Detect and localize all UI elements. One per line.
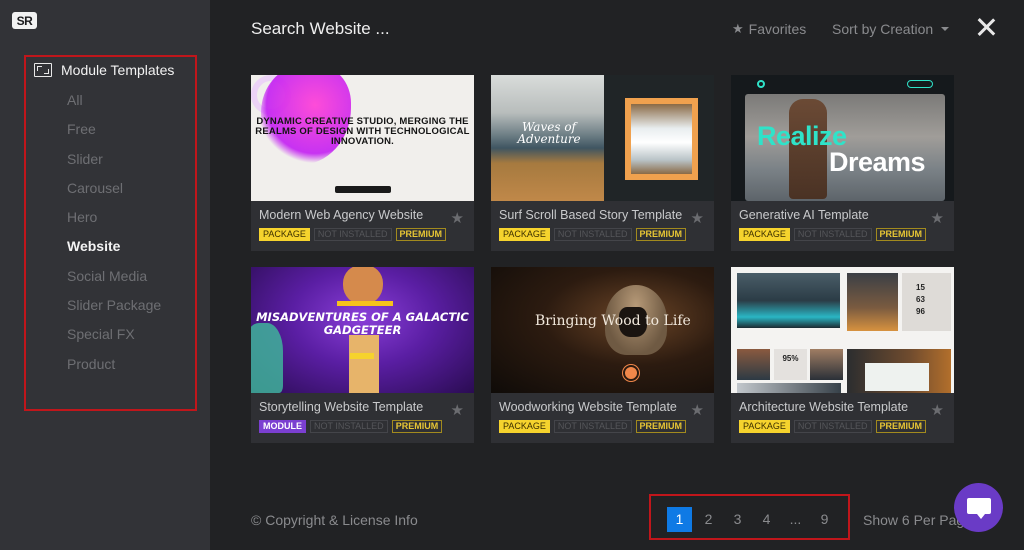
premium-badge: PREMIUM (635, 420, 687, 433)
type-badge: PACKAGE (739, 228, 790, 241)
caret-down-icon (941, 27, 950, 31)
module-templates-icon (34, 63, 52, 77)
premium-badge: PREMIUM (875, 228, 927, 241)
type-badge: PACKAGE (499, 228, 550, 241)
sort-label: Sort by Creation (832, 21, 934, 37)
template-card[interactable]: Waves of Adventure Surf Scroll Based Sto… (491, 75, 714, 251)
pagination: 1 2 3 4 ... 9 (667, 507, 841, 532)
type-badge: PACKAGE (499, 420, 550, 433)
close-icon[interactable] (977, 18, 995, 36)
page-button-3[interactable]: 3 (725, 507, 750, 532)
template-card[interactable]: MISADVENTURES OF A GALACTIC GADGETEER St… (251, 267, 474, 443)
template-title: Surf Scroll Based Story Template (499, 208, 683, 222)
premium-badge: PREMIUM (875, 420, 927, 433)
page-ellipsis: ... (789, 511, 802, 527)
favorite-star-icon[interactable]: ★ (931, 209, 944, 227)
logo: SR (12, 12, 37, 29)
template-thumbnail: Waves of Adventure (491, 75, 714, 201)
template-title: Storytelling Website Template (259, 400, 424, 414)
template-thumbnail: Bringing Wood to Life (491, 267, 714, 393)
template-grid: DYNAMIC CREATIVE STUDIO, MERGING THE REA… (251, 75, 954, 443)
template-title: Architecture Website Template (739, 400, 909, 414)
template-card[interactable]: 15 63 96 95% Architecture Website Templa… (731, 267, 954, 443)
template-thumbnail: DYNAMIC CREATIVE STUDIO, MERGING THE REA… (251, 75, 474, 201)
sidebar-item-free[interactable]: Free (67, 120, 161, 149)
favorite-star-icon[interactable]: ★ (931, 401, 944, 419)
type-badge: PACKAGE (259, 228, 310, 241)
template-card[interactable]: Bringing Wood to Life Woodworking Websit… (491, 267, 714, 443)
favorite-star-icon[interactable]: ★ (451, 401, 464, 419)
install-status-badge: NOT INSTALLED (793, 228, 872, 241)
category-title-label: Module Templates (61, 62, 175, 78)
favorites-button[interactable]: ★ Favorites (732, 21, 806, 37)
sidebar-item-slider-package[interactable]: Slider Package (67, 296, 161, 325)
template-thumbnail: 15 63 96 95% (731, 267, 954, 393)
template-thumbnail: MISADVENTURES OF A GALACTIC GADGETEER (251, 267, 474, 393)
install-status-badge: NOT INSTALLED (310, 420, 388, 433)
favorite-star-icon[interactable]: ★ (451, 209, 464, 227)
sidebar-item-carousel[interactable]: Carousel (67, 179, 161, 208)
favorites-label: Favorites (748, 21, 807, 37)
thumbnail-subheadline: Dreams (829, 147, 926, 177)
premium-badge: PREMIUM (391, 420, 443, 433)
thumbnail-headline: DYNAMIC CREATIVE STUDIO, MERGING THE REA… (255, 116, 470, 147)
favorite-star-icon[interactable]: ★ (691, 209, 704, 227)
template-library-modal: SR Module Templates All Free Slider Caro… (0, 0, 1024, 550)
sidebar-item-slider[interactable]: Slider (67, 150, 161, 179)
install-status-badge: NOT INSTALLED (553, 228, 632, 241)
install-status-badge: NOT INSTALLED (553, 420, 632, 433)
sidebar-item-social-media[interactable]: Social Media (67, 267, 161, 296)
thumbnail-headline: Bringing Wood to Life (535, 313, 691, 329)
page-button-1[interactable]: 1 (667, 507, 692, 532)
install-status-badge: NOT INSTALLED (793, 420, 872, 433)
template-title: Modern Web Agency Website (259, 208, 424, 222)
template-title: Generative AI Template (739, 208, 869, 222)
category-title[interactable]: Module Templates (34, 62, 174, 78)
sidebar-item-website[interactable]: Website (67, 237, 161, 266)
install-status-badge: NOT INSTALLED (313, 228, 392, 241)
template-card[interactable]: DYNAMIC CREATIVE STUDIO, MERGING THE REA… (251, 75, 474, 251)
sidebar-item-all[interactable]: All (67, 91, 161, 120)
type-badge: PACKAGE (739, 420, 790, 433)
thumbnail-headline: Waves of Adventure (517, 120, 581, 146)
template-thumbnail: Realize Dreams (731, 75, 954, 201)
sidebar: SR Module Templates All Free Slider Caro… (0, 0, 210, 550)
star-icon: ★ (732, 21, 744, 36)
sidebar-item-product[interactable]: Product (67, 355, 161, 384)
page-button-4[interactable]: 4 (754, 507, 779, 532)
sidebar-item-special-fx[interactable]: Special FX (67, 325, 161, 354)
search-input[interactable] (251, 19, 551, 39)
sort-dropdown[interactable]: Sort by Creation (832, 21, 950, 37)
type-badge: MODULE (259, 420, 306, 433)
template-title: Woodworking Website Template (499, 400, 677, 414)
premium-badge: PREMIUM (395, 228, 447, 241)
chat-bubble-icon (967, 498, 991, 519)
template-card[interactable]: Realize Dreams Generative AI Template ★ … (731, 75, 954, 251)
thumbnail-headline: MISADVENTURES OF A GALACTIC GADGETEER (256, 310, 469, 337)
category-list: All Free Slider Carousel Hero Website So… (67, 91, 161, 384)
premium-badge: PREMIUM (635, 228, 687, 241)
favorite-star-icon[interactable]: ★ (691, 401, 704, 419)
page-button-9[interactable]: 9 (812, 507, 837, 532)
page-button-2[interactable]: 2 (696, 507, 721, 532)
copyright-link[interactable]: © Copyright & License Info (251, 512, 418, 528)
sidebar-item-hero[interactable]: Hero (67, 208, 161, 237)
chat-button[interactable] (954, 483, 1003, 532)
